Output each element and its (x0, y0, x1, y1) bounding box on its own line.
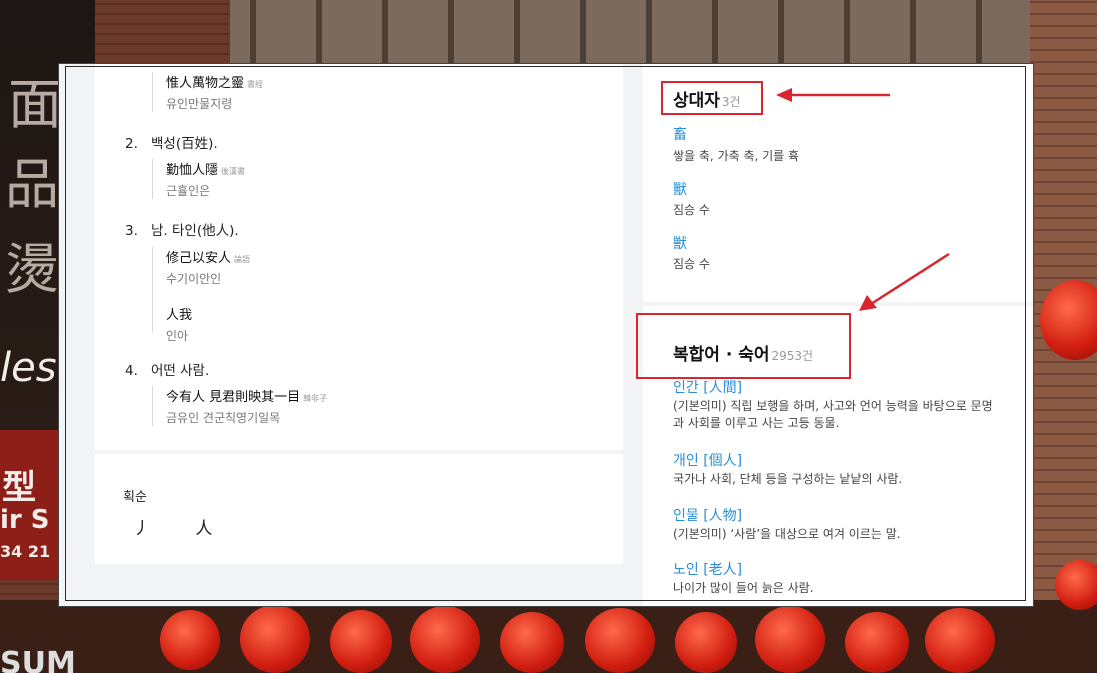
lantern-decoration (160, 610, 220, 670)
sense-number: 4. (125, 363, 138, 379)
sense-number: 3. (125, 223, 138, 239)
example-reading: 수기이안인 (166, 272, 222, 286)
background-building (190, 0, 1030, 68)
arrow-icon (859, 252, 950, 311)
meanings-card: 惟人萬物之靈 書經 유인만물지령 2. 백성(百姓). 勤恤人隱 後漢書 근휼인은 3… (95, 64, 623, 450)
bg-sign-text: SUM (0, 646, 76, 673)
antonym-link[interactable]: 獣 (673, 233, 687, 253)
lantern-decoration (240, 605, 310, 673)
stroke-order-card: 획순 丿 人 (95, 454, 623, 564)
sense-number: 2. (125, 136, 138, 152)
lantern-decoration (755, 606, 825, 673)
antonym-link[interactable]: 獸 (673, 179, 687, 199)
sense-text: 남. 타인(他人). (151, 223, 239, 239)
arrow-icon (776, 88, 890, 102)
dictionary-panel: 惟人萬物之靈 書經 유인만물지령 2. 백성(百姓). 勤恤人隱 後漢書 근휼인은 3… (58, 63, 1034, 607)
antonym-meaning: 짐승 수 (673, 257, 710, 271)
example-block: 勤恤人隱 後漢書 근휼인은 (152, 159, 245, 199)
bg-glyph: 燙 (5, 238, 59, 301)
sense-item: 2. 백성(百姓). (125, 132, 218, 152)
example-block: 今有人 見君則映其一目 韓非子 금유인 견군칙영기일목 (152, 386, 327, 426)
compound-link[interactable]: 노인 [老人] (673, 559, 742, 579)
example-hanja: 惟人萬物之靈 (166, 76, 245, 91)
example-hanja: 今有人 見君則映其一目 (166, 390, 301, 405)
bg-sign-text: ir S (0, 505, 50, 535)
example-block: 惟人萬物之靈 書經 유인만물지령 (152, 72, 263, 112)
example-reading: 금유인 견군칙영기일목 (166, 411, 281, 425)
example-reading: 인아 (166, 329, 189, 343)
example-source: 後漢書 (221, 167, 246, 176)
antonyms-highlight-box (661, 81, 763, 115)
bg-sign-text: 型 (2, 468, 36, 508)
sense-text: 어떤 사람. (151, 363, 210, 379)
sense-text: 백성(百姓). (151, 136, 218, 152)
example-source: 論語 (234, 255, 251, 264)
lantern-decoration (330, 610, 392, 673)
bg-glyph: 品 (5, 153, 59, 216)
antonym-meaning: 쌓을 축, 가축 축, 기를 휵 (673, 149, 800, 163)
compound-link[interactable]: 개인 [個人] (673, 450, 742, 470)
compound-desc: (기본의미) 직립 보행을 하며, 사고와 언어 능력을 바탕으로 문명과 사회… (673, 399, 993, 430)
example-source: 韓非子 (303, 394, 328, 403)
lantern-decoration (1055, 560, 1097, 610)
compound-desc: 나이가 많이 들어 늙은 사람. (673, 581, 814, 595)
antonym-link[interactable]: 畜 (673, 124, 687, 144)
stroke-order-title: 획순 (123, 490, 147, 505)
lantern-decoration (925, 608, 995, 673)
example-hanja: 勤恤人隱 (166, 163, 219, 178)
example-hanja: 修己以安人 (166, 251, 232, 266)
example-reading: 근휼인은 (166, 184, 211, 198)
lantern-decoration (845, 612, 909, 673)
lantern-decoration (585, 608, 655, 673)
antonym-meaning: 짐승 수 (673, 203, 710, 217)
compound-link[interactable]: 인물 [人物] (673, 505, 742, 525)
sense-item: 3. 남. 타인(他人). (125, 219, 239, 239)
stroke-order-chars: 丿 人 (133, 519, 233, 539)
bg-glyph: 面 (8, 73, 62, 136)
bg-sign-text: les (0, 345, 57, 391)
example-source: 書經 (247, 80, 264, 89)
compound-desc: (기본의미) ‘사람’을 대상으로 여겨 이르는 말. (673, 527, 901, 541)
sense-item: 4. 어떤 사람. (125, 359, 209, 379)
lantern-decoration (500, 612, 564, 673)
example-hanja: 人我 (166, 308, 193, 323)
lantern-decoration (675, 612, 737, 673)
example-block: 修己以安人 論語 수기이안인 人我 인아 (152, 247, 251, 343)
lantern-decoration (410, 606, 480, 673)
bg-sign-text: 34 21 (0, 542, 51, 561)
compound-desc: 국가나 사회, 단체 등을 구성하는 낱낱의 사람. (673, 472, 903, 486)
compounds-highlight-box (636, 313, 851, 379)
example-reading: 유인만물지령 (166, 97, 233, 111)
compound-link[interactable]: 인간 [人間] (673, 377, 742, 397)
